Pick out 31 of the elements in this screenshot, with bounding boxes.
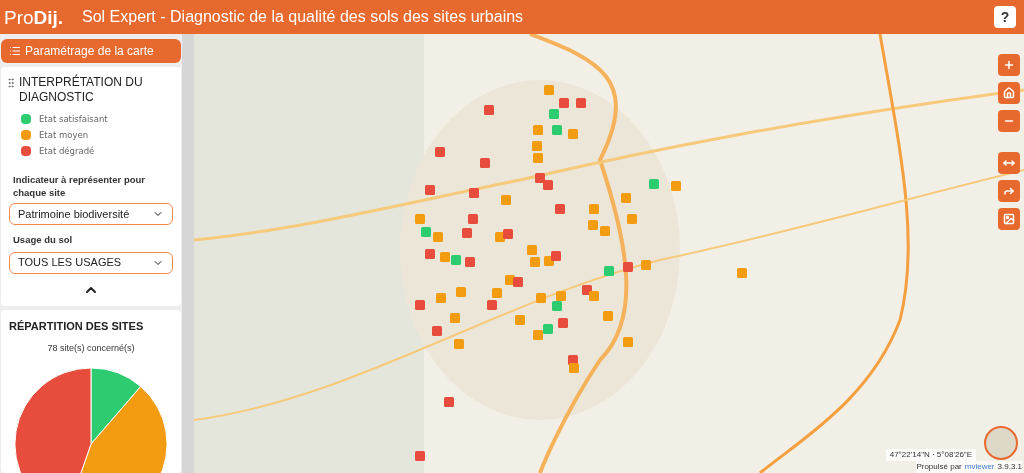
help-button[interactable]: ? [994,6,1016,28]
site-count: 78 site(s) concerné(s) [47,342,135,355]
distribution-title: RÉPARTITION DES SITES [9,318,145,334]
home-icon [1003,87,1015,99]
share-button[interactable] [998,180,1020,202]
usage-label: Usage du sol [12,233,74,248]
legend-title: INTERPRÉTATION DU DIAGNOSTIC [19,75,144,105]
credit-text: Propulsé par [916,461,962,473]
home-button[interactable] [998,82,1020,104]
zoom-in-button[interactable] [998,54,1020,76]
list-icon [9,45,21,57]
measure-button[interactable] [998,152,1020,174]
app-title: Sol Expert - Diagnostic de la qualité des sols des sites urbains [82,7,524,27]
coordinates: 47°22'14"N · 5°08'26"E [885,449,976,461]
indicator-label: Indicateur à représenter pour chaque site [12,173,146,200]
zoom-out-button[interactable] [998,110,1020,132]
dropdown[interactable]: TOUS LES USAGES [9,251,173,274]
horizontal-arrows-icon [1003,157,1015,169]
scrollbar[interactable] [182,34,194,473]
legend-label: Etat satisfaisant [39,113,108,126]
export-image-button[interactable] [998,208,1020,230]
forward-arrow-icon [1003,185,1015,197]
legend-label: Etat moyen [39,128,89,142]
version-text: 3.9.3.1 [997,461,1022,473]
logo: ProDij. [4,7,65,27]
plus-icon [1003,59,1015,71]
dropdown[interactable]: Patrimoine biodiversité [9,203,173,226]
legend-label: Etat dégradé [39,144,95,158]
mviewer-link[interactable]: mviewer [964,461,995,473]
grip-icon [5,77,17,89]
image-icon [1003,213,1015,225]
